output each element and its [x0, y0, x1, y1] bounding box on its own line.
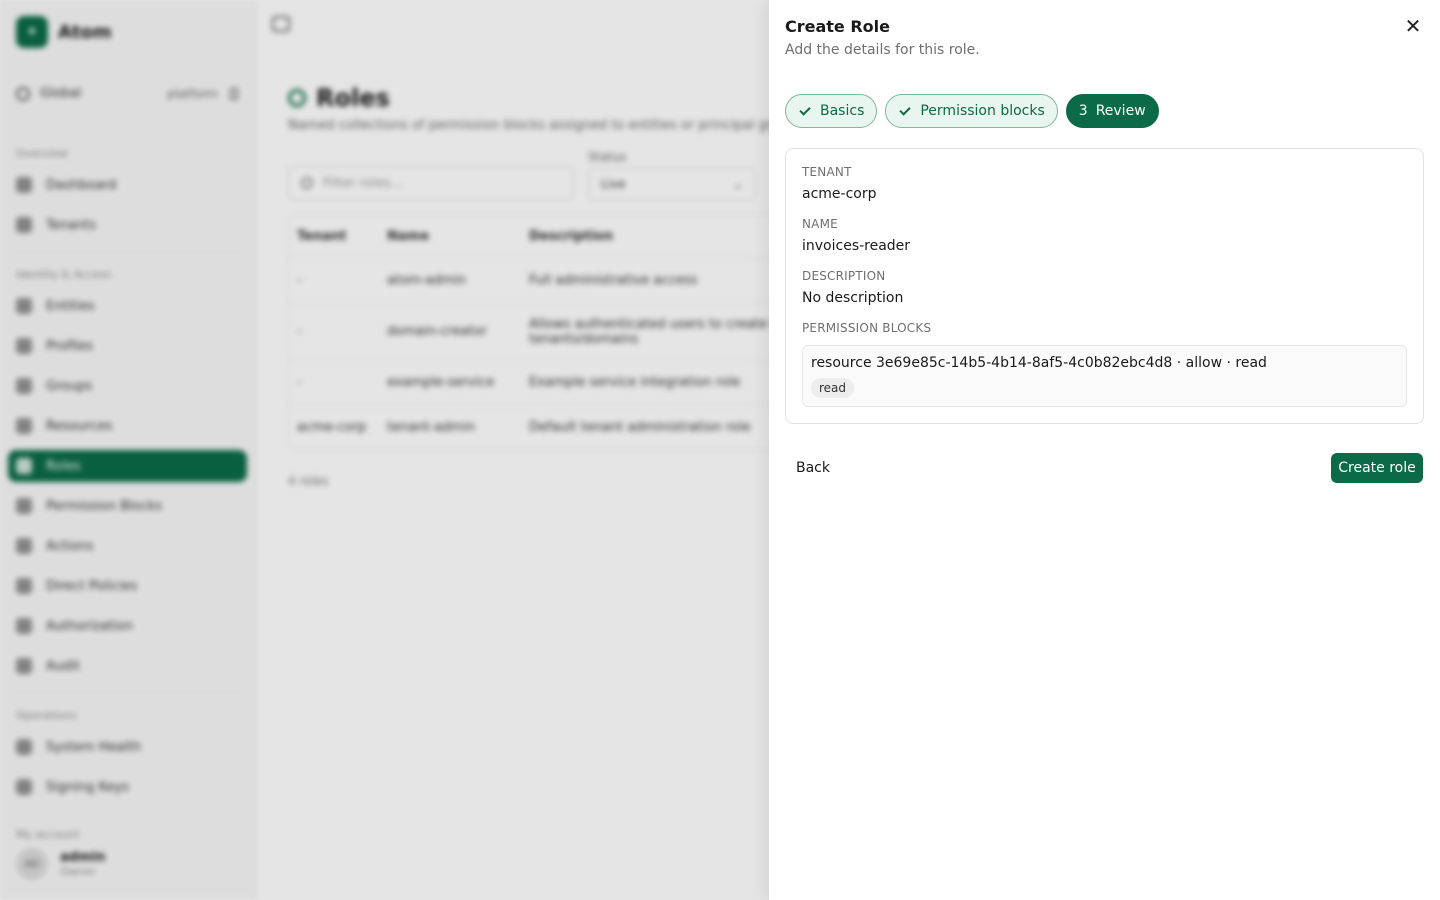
name-value: invoices-reader [802, 238, 911, 254]
tenant-label: TENANT [802, 165, 852, 179]
wizard-steps: Basics Permission blocks 3 Review [785, 94, 1159, 128]
create-role-button[interactable]: Create role [1331, 453, 1423, 483]
permission-blocks-label: PERMISSION BLOCKS [802, 321, 932, 335]
check-icon [799, 103, 811, 116]
back-button[interactable]: Back [785, 453, 841, 482]
step-label: Permission blocks [920, 103, 1045, 119]
step-basics[interactable]: Basics [785, 94, 878, 128]
step-label: Basics [820, 103, 865, 119]
permission-block-summary: resource 3e69e85c-14b5-4b14-8af5-4c0b82e… [811, 355, 1267, 371]
step-permission-blocks[interactable]: Permission blocks [885, 94, 1058, 128]
review-summary-card: TENANT acme-corp NAME invoices-reader DE… [785, 148, 1424, 424]
permission-block-item: resource 3e69e85c-14b5-4b14-8af5-4c0b82e… [802, 345, 1407, 407]
step-label: Review [1095, 103, 1146, 119]
create-role-drawer: Create Role Add the details for this rol… [769, 0, 1440, 900]
step-number: 3 [1078, 103, 1088, 119]
drawer-subtitle: Add the details for this role. [785, 42, 980, 58]
permission-action-badge: read [811, 378, 855, 398]
tenant-value: acme-corp [802, 186, 877, 202]
check-icon [899, 103, 912, 116]
name-label: NAME [802, 217, 838, 231]
description-label: DESCRIPTION [802, 269, 886, 283]
drawer-title: Create Role [785, 17, 890, 36]
step-review[interactable]: 3 Review [1065, 94, 1159, 128]
close-icon[interactable]: ✕ [1401, 14, 1425, 38]
description-value: No description [802, 290, 904, 306]
